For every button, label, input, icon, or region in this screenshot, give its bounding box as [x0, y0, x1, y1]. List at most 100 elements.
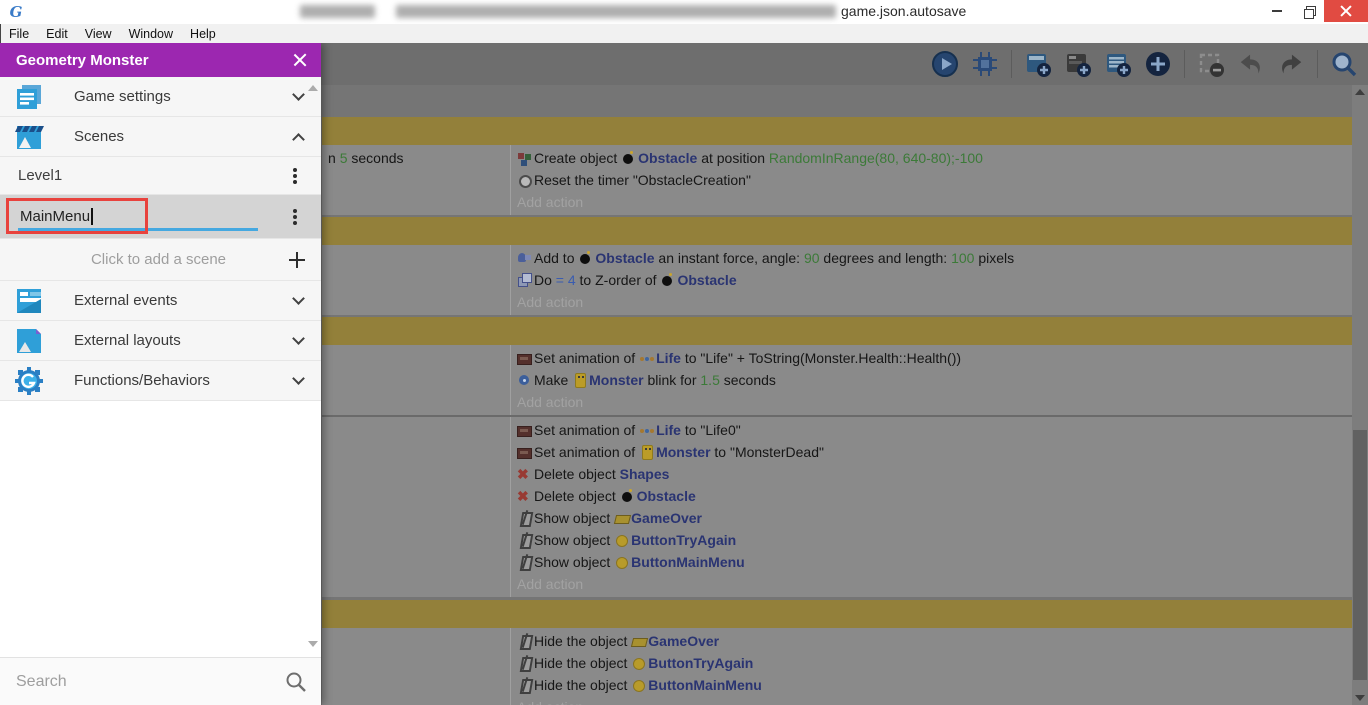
text-segment: Monster [656, 444, 711, 460]
event-comment-band[interactable] [322, 117, 1352, 145]
action-line[interactable]: Delete object Obstacle [517, 485, 1352, 507]
condition-line[interactable]: n 5 seconds [328, 147, 510, 169]
scroll-down-icon[interactable] [308, 641, 318, 647]
debug-button[interactable] [971, 50, 999, 78]
text-segment: degrees and length: [819, 250, 952, 266]
drawer-scrollbar[interactable] [307, 83, 319, 649]
chevron-up-icon[interactable] [292, 133, 305, 146]
action-line[interactable]: Add to Obstacle an instant force, angle:… [517, 247, 1352, 269]
sidebar-item-external-events[interactable]: External events [0, 281, 321, 321]
vis-icon [517, 634, 534, 648]
scroll-down-icon[interactable] [1355, 695, 1365, 701]
action-line[interactable]: Do = 4 to Z-order of Obstacle [517, 269, 1352, 291]
text-segment: seconds [719, 372, 776, 388]
action-line[interactable]: Reset the timer "ObstacleCreation" [517, 169, 1352, 191]
event-comment-band[interactable] [322, 317, 1352, 345]
action-line[interactable]: Delete object Shapes [517, 463, 1352, 485]
chevron-down-icon[interactable] [292, 292, 305, 305]
undo-button[interactable] [1237, 50, 1265, 78]
add-scene-row[interactable]: Click to add a scene [0, 239, 321, 281]
conditions-column[interactable]: n 5 seconds [322, 145, 511, 215]
action-line[interactable]: Show object ButtonTryAgain [517, 529, 1352, 551]
events-scrollbar[interactable] [1352, 85, 1368, 705]
scroll-up-icon[interactable] [308, 85, 318, 91]
remove-event-button[interactable] [1197, 50, 1225, 78]
action-line[interactable]: Show object GameOver [517, 507, 1352, 529]
close-icon [1340, 5, 1352, 17]
sidebar-item-game-settings[interactable]: Game settings [0, 77, 321, 117]
sidebar-item-scenes[interactable]: Scenes [0, 117, 321, 157]
action-line[interactable]: Create object Obstacle at position Rando… [517, 147, 1352, 169]
action-line[interactable]: Set animation of Monster to "MonsterDead… [517, 441, 1352, 463]
add-subevent-button[interactable] [1064, 50, 1092, 78]
text-segment: Shapes [619, 466, 670, 482]
add-action-button[interactable]: Add action [517, 573, 1352, 595]
menu-edit[interactable]: Edit [46, 27, 68, 41]
add-action-button[interactable]: Add action [517, 391, 1352, 413]
search-events-button[interactable] [1330, 50, 1358, 78]
text-segment: Do [534, 272, 556, 288]
action-line[interactable]: Show object ButtonMainMenu [517, 551, 1352, 573]
search-icon[interactable] [285, 671, 307, 693]
conditions-column[interactable] [322, 345, 511, 415]
text-segment: Life [656, 350, 681, 366]
chevron-down-icon[interactable] [292, 88, 305, 101]
action-line[interactable]: Make Monster blink for 1.5 seconds [517, 369, 1352, 391]
scroll-up-icon[interactable] [1355, 89, 1365, 95]
add-action-button[interactable]: Add action [517, 696, 1352, 705]
play-button[interactable] [931, 50, 959, 78]
scene-item-level1[interactable]: Level1 [0, 157, 321, 195]
add-circle-button[interactable] [1144, 50, 1172, 78]
chevron-down-icon[interactable] [292, 372, 305, 385]
action-line[interactable]: Set animation of Life to "Life0" [517, 419, 1352, 441]
conditions-column[interactable] [322, 417, 511, 597]
sidebar-item-external-layouts[interactable]: External layouts [0, 321, 321, 361]
scene-options-icon[interactable] [293, 173, 297, 178]
anim-icon [517, 445, 534, 459]
scene-item-editing[interactable]: MainMenu [0, 195, 321, 239]
scene-options-icon[interactable] [293, 214, 297, 219]
action-line[interactable]: Hide the object GameOver [517, 630, 1352, 652]
search-bar: Search [0, 657, 321, 705]
scrollbar-thumb[interactable] [1353, 430, 1367, 680]
actions-column: Create object Obstacle at position Rando… [511, 145, 1352, 215]
chevron-down-icon[interactable] [292, 332, 305, 345]
event-comment-band[interactable] [322, 600, 1352, 628]
play-icon [932, 51, 958, 77]
add-action-button[interactable]: Add action [517, 191, 1352, 213]
action-line[interactable]: Hide the object ButtonTryAgain [517, 652, 1352, 674]
restore-button[interactable] [1294, 0, 1324, 22]
menu-bar: File Edit View Window Help [0, 24, 1368, 43]
add-scene-plus-icon[interactable] [289, 252, 305, 268]
text-segment: to Z-order of [575, 272, 661, 288]
action-line[interactable]: Hide the object ButtonMainMenu [517, 674, 1352, 696]
menu-window[interactable]: Window [129, 27, 173, 41]
add-event-button[interactable] [1024, 50, 1052, 78]
add-action-button[interactable]: Add action [517, 291, 1352, 313]
conditions-column[interactable] [322, 245, 511, 315]
search-input[interactable]: Search [16, 673, 285, 691]
text-segment: ButtonMainMenu [631, 554, 745, 570]
window-title: game.json.autosave [841, 3, 967, 19]
menu-file[interactable]: File [9, 27, 29, 41]
text-segment: 1.5 [700, 372, 720, 388]
conditions-column[interactable] [322, 628, 511, 705]
vis-icon [517, 511, 534, 525]
zorder-icon [517, 273, 534, 287]
event-comment-band[interactable] [322, 217, 1352, 245]
menu-help[interactable]: Help [190, 27, 216, 41]
delete-icon [517, 463, 534, 485]
sidebar-item-functions-behaviors[interactable]: Functions/Behaviors [0, 361, 321, 401]
minimize-button[interactable] [1262, 0, 1292, 22]
actions-column: Hide the object GameOver Hide the object … [511, 628, 1352, 705]
add-comment-button[interactable] [1104, 50, 1132, 78]
text-segment: Life [656, 422, 681, 438]
close-drawer-button[interactable] [291, 51, 309, 69]
action-line[interactable]: Set animation of Life to "Life" + ToStri… [517, 347, 1352, 369]
undo-icon [1240, 54, 1260, 74]
text-segment: Delete object [534, 466, 620, 482]
text-segment: = 4 [555, 272, 576, 288]
menu-view[interactable]: View [85, 27, 112, 41]
redo-button[interactable] [1277, 50, 1305, 78]
close-window-button[interactable] [1324, 0, 1368, 22]
